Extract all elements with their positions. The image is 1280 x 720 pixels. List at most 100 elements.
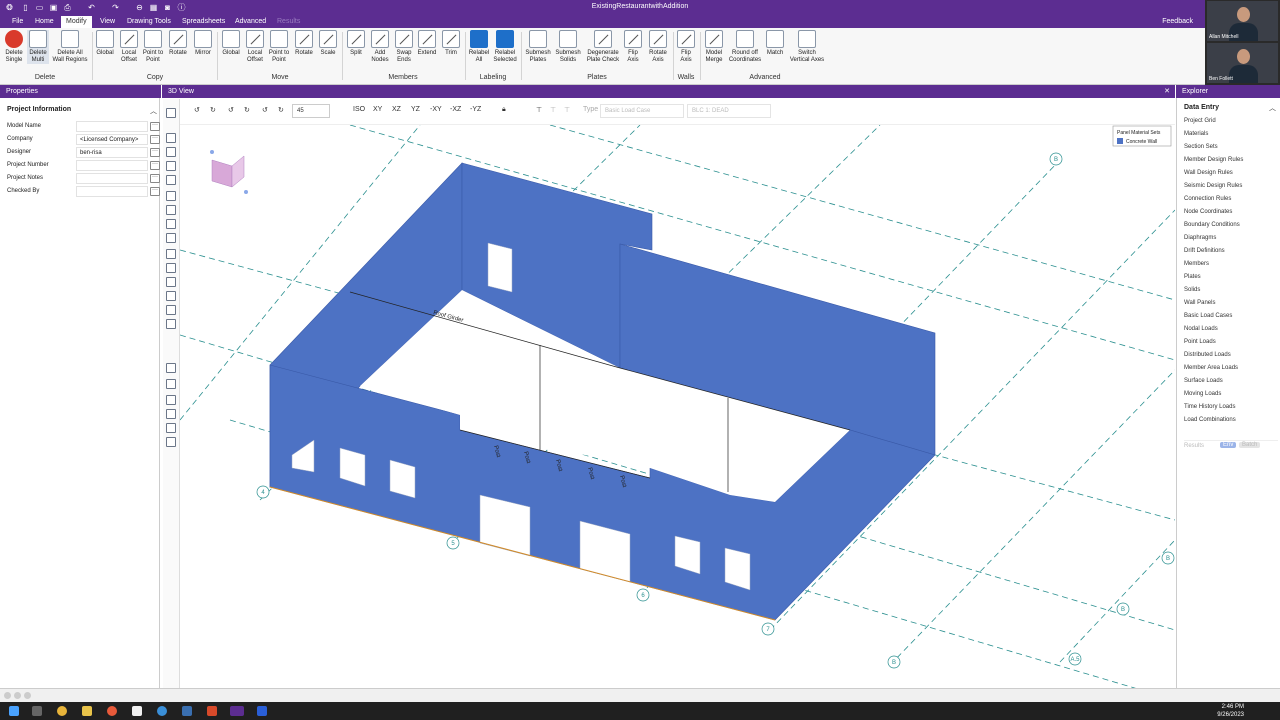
orientation-cube[interactable]	[210, 150, 248, 194]
switch-vertical-axes-button[interactable]: Switch Vertical Axes	[788, 30, 826, 64]
split-button[interactable]: Split	[345, 30, 367, 57]
project-information-heading[interactable]: Project Information	[7, 106, 71, 113]
lock-icon[interactable]	[166, 277, 176, 287]
explorer-item[interactable]: Boundary Conditions	[1184, 222, 1240, 228]
folder-icon[interactable]	[82, 706, 92, 716]
iso-view-button[interactable]: ISO	[353, 106, 365, 113]
swap-ends-button[interactable]: Swap Ends	[393, 30, 415, 64]
neg-yz-view-button[interactable]: -YZ	[470, 106, 481, 113]
explorer-item[interactable]: Section Sets	[1184, 144, 1218, 150]
copy-local-offset-button[interactable]: Local Offset	[118, 30, 140, 64]
submesh-solids-button[interactable]: Submesh Solids	[554, 30, 582, 64]
explorer-item[interactable]: Wall Design Rules	[1184, 170, 1233, 176]
rotate-left-icon[interactable]: ↺	[228, 106, 234, 114]
app-icon[interactable]	[132, 706, 142, 716]
copy-mirror-button[interactable]: Mirror	[192, 30, 214, 57]
close-icon[interactable]: ✕	[1164, 85, 1170, 98]
data-entry-heading[interactable]: Data Entry	[1184, 104, 1219, 111]
chevron-up-icon[interactable]: ︿	[150, 106, 157, 116]
checked-by-field[interactable]	[76, 186, 148, 197]
chevron-up-icon[interactable]: ︿	[1269, 103, 1276, 113]
plates-rotate-axis-button[interactable]: Rotate Axis	[646, 30, 670, 64]
menu-modify[interactable]: Modify	[61, 16, 92, 28]
chrome-icon[interactable]	[57, 706, 67, 716]
explorer-item[interactable]: Plates	[1184, 274, 1201, 280]
loads-icon[interactable]	[166, 205, 176, 215]
explorer-item[interactable]: Load Combinations	[1184, 417, 1236, 423]
plates-flip-axis-button[interactable]: Flip Axis	[623, 30, 643, 64]
explorer-item[interactable]: Members	[1184, 261, 1209, 267]
more-icon[interactable]: ···	[150, 135, 160, 144]
rotate-left-icon[interactable]: ↺	[262, 106, 268, 114]
task-view-icon[interactable]	[32, 706, 42, 716]
explorer-item[interactable]: Member Area Loads	[1184, 365, 1238, 371]
draw-members-icon[interactable]	[166, 133, 176, 143]
rotate-right-icon[interactable]: ↻	[210, 106, 216, 114]
designer-field[interactable]: ben-risa	[76, 147, 148, 158]
relabel-all-button[interactable]: Relabel All	[468, 30, 490, 64]
boundary-icon[interactable]	[166, 191, 176, 201]
submesh-plates-button[interactable]: Submesh Plates	[524, 30, 552, 64]
select-icon[interactable]	[166, 108, 176, 118]
explorer-item[interactable]: Member Design Rules	[1184, 157, 1243, 163]
more-icon[interactable]: ···	[150, 187, 160, 196]
start-icon[interactable]	[9, 706, 19, 716]
explorer-item[interactable]: Drift Definitions	[1184, 248, 1225, 254]
taskbar-clock[interactable]: 2:46 PM 9/26/2023	[1217, 703, 1244, 719]
explorer-item[interactable]: Time History Loads	[1184, 404, 1235, 410]
explorer-item[interactable]: Seismic Design Rules	[1184, 183, 1242, 189]
copy-global-button[interactable]: Global	[94, 30, 116, 57]
add-nodes-button[interactable]: Add Nodes	[369, 30, 391, 64]
skype-icon[interactable]	[157, 706, 167, 716]
rotate-right-icon[interactable]: ↻	[244, 106, 250, 114]
match-button[interactable]: Match	[765, 30, 785, 57]
degenerate-plate-check-button[interactable]: Degenerate Plate Check	[585, 30, 621, 64]
plate-icon[interactable]: ⊤	[536, 106, 542, 114]
rotation-angle-input[interactable]: 45	[292, 104, 330, 118]
surface-load-icon[interactable]	[166, 263, 176, 273]
sigma-icon[interactable]	[166, 409, 176, 419]
explorer-item[interactable]: Diaphragms	[1184, 235, 1216, 241]
xy-view-button[interactable]: XY	[373, 106, 382, 113]
explorer-item[interactable]: Moving Loads	[1184, 391, 1221, 397]
project-notes-field[interactable]	[76, 173, 148, 184]
explorer-item[interactable]: Point Loads	[1184, 339, 1216, 345]
draw-plates-icon[interactable]	[166, 147, 176, 157]
delete-single-button[interactable]: Delete Single	[3, 30, 25, 64]
copy-rotate-button[interactable]: Rotate	[167, 30, 189, 57]
draw-solids-icon[interactable]	[166, 175, 176, 185]
explorer-item[interactable]: Surface Loads	[1184, 378, 1223, 384]
extend-button[interactable]: Extend	[416, 30, 438, 57]
pencil-icon[interactable]	[166, 437, 176, 447]
explorer-item[interactable]: Node Coordinates	[1184, 209, 1232, 215]
lock-icon[interactable]: 🔒︎	[502, 106, 506, 114]
risa3d-icon[interactable]	[230, 706, 244, 716]
move-point-to-point-button[interactable]: Point to Point	[268, 30, 290, 64]
powerpoint-icon[interactable]	[207, 706, 217, 716]
browser-icon[interactable]	[107, 706, 117, 716]
table-icon[interactable]	[166, 363, 176, 373]
walls-flip-axis-button[interactable]: Flip Axis	[676, 30, 696, 64]
menu-drawing-tools[interactable]: Drawing Tools	[122, 16, 176, 28]
area-load-icon[interactable]	[166, 249, 176, 259]
delete-all-wall-regions-button[interactable]: Delete All Wall Regions	[51, 30, 89, 64]
report-icon[interactable]	[166, 379, 176, 389]
neg-xy-view-button[interactable]: -XY	[430, 106, 442, 113]
rotate-left-icon[interactable]: ↺	[194, 106, 200, 114]
calc-icon[interactable]	[166, 395, 176, 405]
xz-view-button[interactable]: XZ	[392, 106, 401, 113]
zoom-icon[interactable]	[257, 706, 267, 716]
copy-point-to-point-button[interactable]: Point to Point	[142, 30, 164, 64]
explorer-item[interactable]: Wall Panels	[1184, 300, 1215, 306]
model-merge-button[interactable]: Model Merge	[703, 30, 725, 64]
distributed-load-icon[interactable]	[166, 233, 176, 243]
more-icon[interactable]: ···	[150, 161, 160, 170]
explorer-item[interactable]: Distributed Loads	[1184, 352, 1231, 358]
more-icon[interactable]: ···	[150, 174, 160, 183]
feedback-link[interactable]: Feedback	[1162, 16, 1193, 28]
move-global-button[interactable]: Global	[220, 30, 242, 57]
more-icon[interactable]: ···	[150, 148, 160, 157]
trim-button[interactable]: Trim	[440, 30, 462, 57]
model-canvas[interactable]: Roof Girder Post Post Post Post Post 4 5…	[180, 125, 1175, 688]
move-scale-button[interactable]: Scale	[317, 30, 339, 57]
